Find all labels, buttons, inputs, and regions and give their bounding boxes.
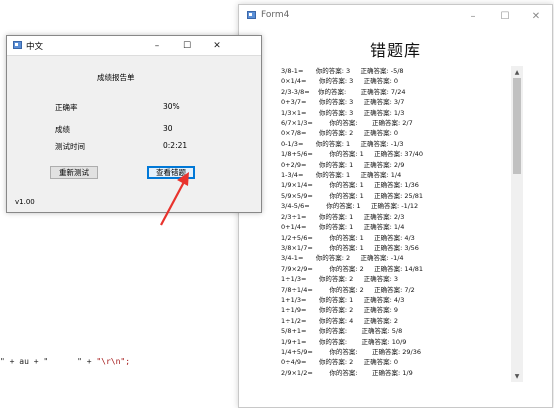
- scroll-down-arrow-icon[interactable]: ▼: [511, 370, 523, 382]
- report-maximize-button[interactable]: ☐: [173, 36, 201, 55]
- form4-titlebar: Form4 – ☐ ✕: [239, 5, 552, 28]
- retest-button[interactable]: 重新测试: [50, 166, 98, 179]
- minimize-button[interactable]: –: [457, 5, 489, 28]
- accuracy-label: 正确率: [55, 103, 78, 112]
- report-window: 中文 – ☐ ✕ 成绩报告单 正确率 30% 成绩 30 测试时间 0:2:21…: [6, 35, 262, 213]
- scroll-thumb[interactable]: [513, 78, 521, 174]
- mistake-line: 6/7×1/3= 你的答案: 正确答案: 2/7: [281, 119, 413, 128]
- minimize-icon: –: [470, 11, 476, 22]
- mistake-line: 3/8×1/7= 你的答案: 1 正确答案: 3/56: [281, 243, 419, 252]
- mistake-line: 5/8+1= 你的答案: 正确答案: 5/8: [281, 327, 403, 336]
- mistake-line: 3/4-5/6= 你的答案: 1 正确答案: -1/12: [281, 202, 419, 211]
- form4-app-icon: [247, 11, 256, 19]
- score-value: 30: [163, 124, 173, 133]
- mistake-line: 2/9×1/2= 你的答案: 正确答案: 1/9: [281, 368, 413, 377]
- mistake-line: 1÷1/2= 你的答案: 4 正确答案: 2: [281, 316, 398, 325]
- code-string-literal: "\r\n";: [96, 357, 131, 366]
- mistake-line: 0+3/7= 你的答案: 3 正确答案: 3/7: [281, 98, 405, 107]
- mistake-line: 2/3-3/8= 你的答案: 正确答案: 7/24: [281, 87, 406, 96]
- mistake-line: 3/8-1= 你的答案: 3 正确答案: -5/8: [281, 67, 404, 75]
- time-value: 0:2:21: [163, 141, 188, 150]
- mistake-line: 0×1/4= 你的答案: 3 正确答案: 0: [281, 77, 398, 86]
- close-button[interactable]: ✕: [520, 5, 552, 28]
- report-window-title: 中文: [26, 42, 44, 52]
- close-icon: ✕: [531, 11, 541, 22]
- mistake-line: 0+1/4= 你的答案: 1 正确答案: 1/4: [281, 223, 405, 232]
- mistake-line: 1/2+5/6= 你的答案: 1 正确答案: 4/3: [281, 233, 415, 242]
- report-title: 成绩报告单: [97, 73, 135, 82]
- mistake-line: 1-3/4= 你的答案: 1 正确答案: 1/4: [281, 171, 402, 180]
- mistakes-heading: 错题库: [369, 41, 421, 60]
- minimize-icon: –: [154, 40, 160, 51]
- mistake-line: 3/4-1= 你的答案: 2 正确答案: -1/4: [281, 254, 404, 263]
- maximize-icon: ☐: [182, 40, 192, 51]
- mistake-line: 0+2/9= 你的答案: 1 正确答案: 2/9: [281, 160, 405, 169]
- code-fragment: " + au + " " +: [0, 357, 97, 366]
- mistake-line: 2/3÷1= 你的答案: 1 正确答案: 2/3: [281, 212, 405, 221]
- report-minimize-button[interactable]: –: [143, 36, 171, 55]
- form4-window-title: Form4: [261, 10, 290, 20]
- version-label: v1.00: [15, 198, 35, 206]
- report-app-icon: [13, 41, 22, 49]
- mistake-line: 1/3×1= 你的答案: 3 正确答案: 1/3: [281, 108, 405, 117]
- mistake-line: 0-1/3= 你的答案: 1 正确答案: -1/3: [281, 139, 404, 148]
- mistake-line: 1÷1/3= 你的答案: 2 正确答案: 3: [281, 275, 398, 284]
- mistake-line: 1/8+5/6= 你的答案: 1 正确答案: 37/40: [281, 150, 424, 159]
- mistake-line: 0×7/8= 你的答案: 2 正确答案: 0: [281, 129, 398, 138]
- mistake-line: 7/8÷1/4= 你的答案: 2 正确答案: 7/2: [281, 285, 415, 294]
- score-label: 成绩: [55, 125, 70, 134]
- form4-window: Form4 – ☐ ✕ 错题库 3/8-1= 你的答案: 3 正确答案: -5/…: [238, 4, 553, 408]
- mistake-line: 1+1/3= 你的答案: 1 正确答案: 4/3: [281, 295, 405, 304]
- mistake-line: 5/9×5/9= 你的答案: 1 正确答案: 25/81: [281, 191, 424, 200]
- scroll-up-arrow-icon[interactable]: ▲: [511, 66, 523, 78]
- arrow-shaft: [160, 179, 186, 226]
- mistakes-list[interactable]: 3/8-1= 你的答案: 3 正确答案: -5/8 0×1/4= 你的答案: 3 …: [281, 66, 511, 382]
- mistake-line: 0÷4/9= 你的答案: 2 正确答案: 0: [281, 358, 398, 367]
- maximize-button[interactable]: ☐: [489, 5, 521, 28]
- mistake-line: 1÷1/9= 你的答案: 2 正确答案: 9: [281, 306, 398, 315]
- mistake-line: 1/4+5/9= 你的答案: 正确答案: 29/36: [281, 347, 421, 356]
- mistake-line: 7/9×2/9= 你的答案: 2 正确答案: 14/81: [281, 264, 424, 273]
- code-snippet: " + au + " " + "\r\n";: [0, 357, 130, 366]
- mistake-line: 1/9×1/4= 你的答案: 1 正确答案: 1/36: [281, 181, 419, 190]
- mistakes-scrollbar[interactable]: ▲ ▼: [511, 66, 523, 382]
- close-icon: ✕: [213, 40, 221, 51]
- maximize-icon: ☐: [500, 11, 510, 22]
- accuracy-value: 30%: [163, 102, 180, 111]
- annotation-arrow-icon: [160, 172, 189, 226]
- report-titlebar: 中文 – ☐ ✕: [7, 36, 261, 56]
- mistake-line: 1/9+1= 你的答案: 正确答案: 10/9: [281, 337, 407, 346]
- report-close-button[interactable]: ✕: [203, 36, 231, 55]
- time-label: 测试时间: [55, 142, 85, 151]
